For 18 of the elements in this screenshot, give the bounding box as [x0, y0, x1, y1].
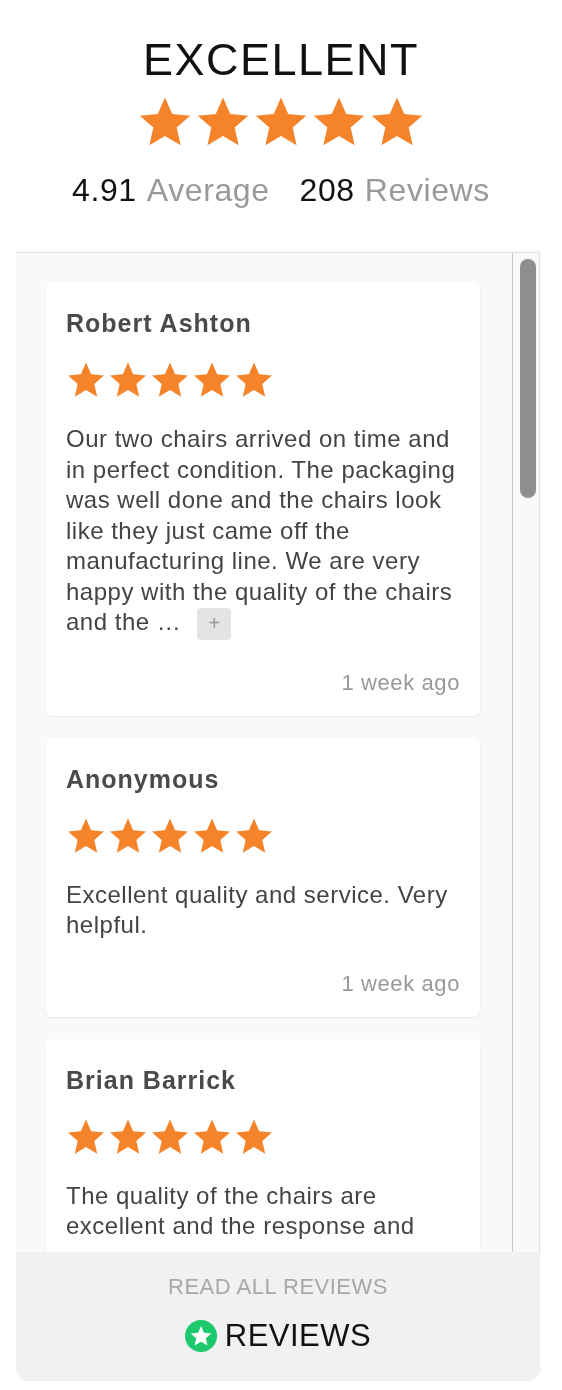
review-date: 1 week ago — [340, 970, 460, 997]
review-count: 208 — [299, 172, 355, 209]
review-date: 1 week ago — [340, 669, 460, 696]
average-label: Average — [146, 172, 270, 209]
rating-word: EXCELLENT — [142, 36, 420, 84]
star-circle-icon — [184, 1320, 217, 1352]
reviewer-name: Brian Barrick — [66, 1064, 238, 1095]
average-score: 4.91 — [72, 172, 137, 209]
review-count-label: Reviews — [364, 172, 490, 209]
reviewer-name: Robert Ashton — [66, 308, 253, 338]
read-all-link[interactable]: READ ALL REVIEWS — [168, 1274, 388, 1300]
scrollbar-thumb[interactable] — [520, 259, 536, 498]
expand-button[interactable]: + — [197, 607, 232, 640]
review-text: Our two chairs arrived on time and in perfect condition. The packaging was well done and the chairs look like they just came off the manufacturing line. We are very happy with the quality of the chairs and the … + — [66, 424, 460, 640]
brand-name: REVIEWS — [224, 1318, 372, 1354]
review-text: The quality of the chairs are excellent and the response and — [66, 1180, 416, 1242]
review-text: Excellent quality and service. Very helpful. — [66, 879, 449, 941]
reviewer-name: Anonymous — [66, 763, 221, 794]
